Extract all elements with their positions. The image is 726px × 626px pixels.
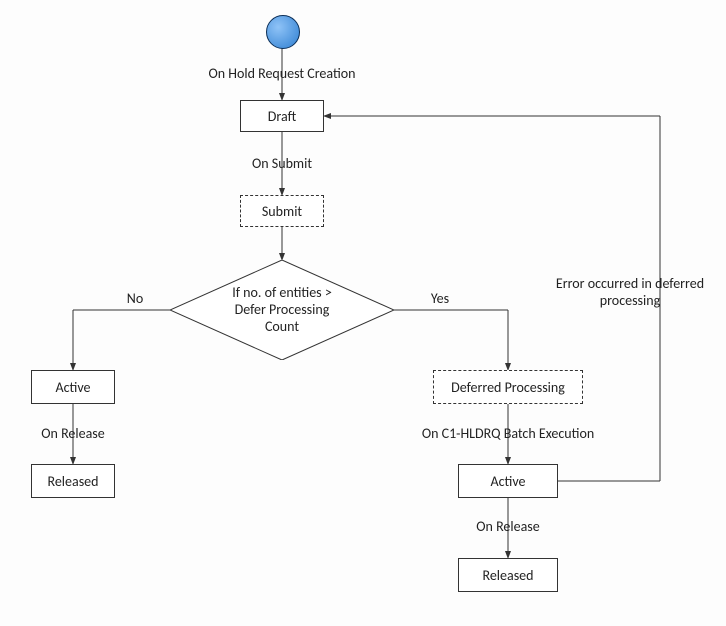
released-left-node: Released (31, 464, 115, 498)
edge-label-release-right: On Release (468, 518, 548, 535)
submit-node: Submit (240, 195, 324, 227)
decision-text-1: If no. of entities > (232, 284, 332, 301)
released-right-node: Released (458, 558, 558, 592)
start-node (266, 15, 300, 49)
edge-label-error: Error occurred in deferred processing (530, 275, 726, 309)
edge-label-submit: On Submit (242, 155, 322, 172)
draft-node: Draft (240, 100, 324, 132)
edge-label-creation: On Hold Request Creation (192, 65, 372, 82)
deferred-node: Deferred Processing (433, 370, 583, 404)
error-text-2: processing (600, 292, 660, 309)
active-left-node: Active (31, 370, 115, 404)
edge-label-batch: On C1-HLDRQ Batch Execution (408, 425, 608, 442)
decision-text-2: Defer Processing (235, 301, 330, 318)
decision-text-3: Count (265, 317, 299, 334)
decision-node: If no. of entities > Defer Processing Co… (170, 260, 394, 360)
error-text-1: Error occurred in deferred (556, 275, 704, 292)
edge-label-release-left: On Release (33, 425, 113, 442)
edge-label-yes: Yes (420, 290, 460, 307)
edge-label-no: No (115, 290, 155, 307)
active-right-node: Active (458, 464, 558, 498)
